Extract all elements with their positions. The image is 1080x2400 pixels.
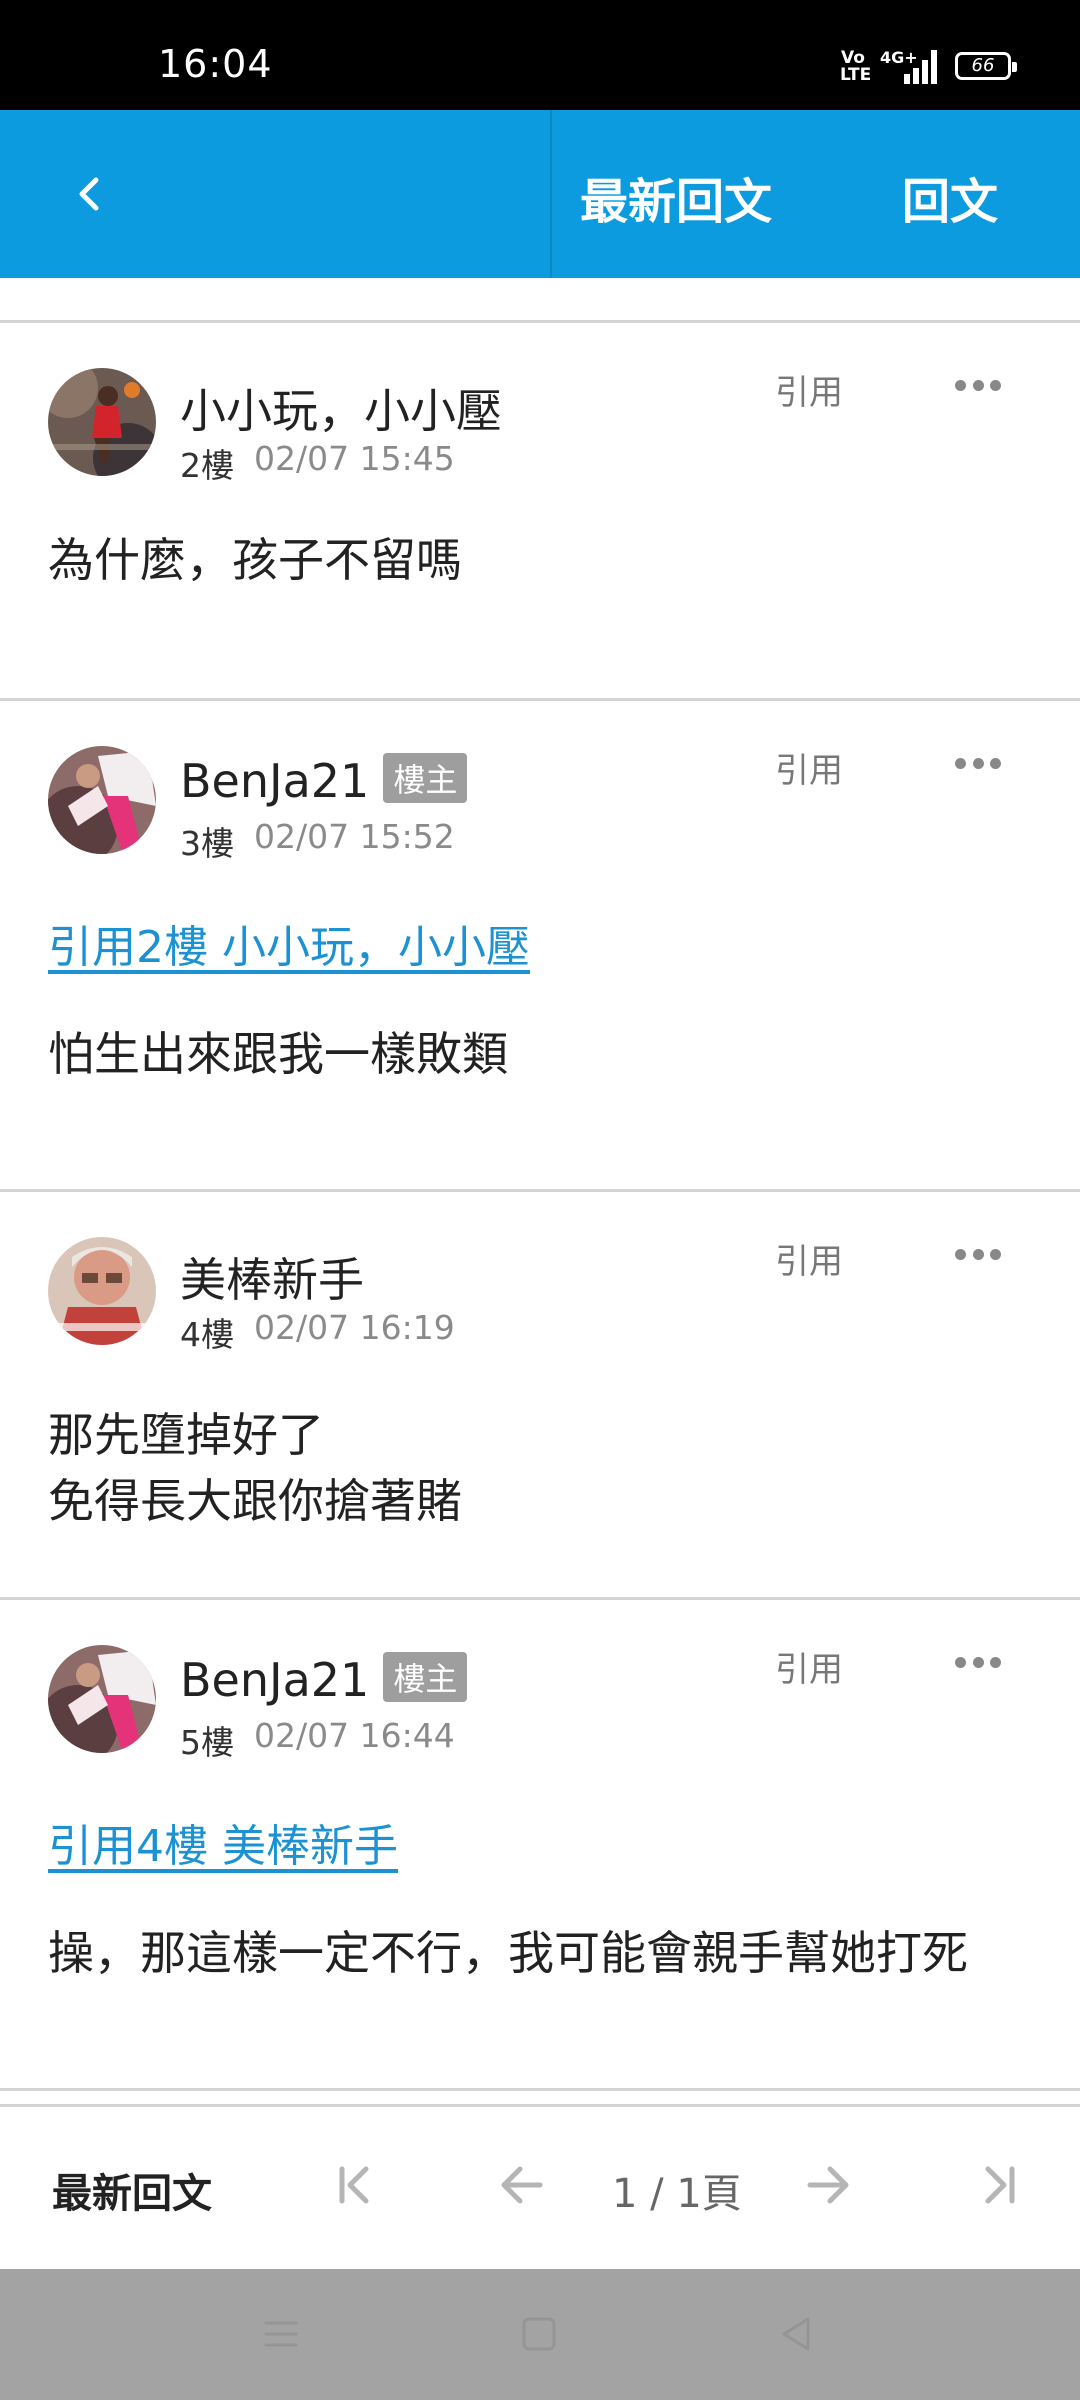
signal-icon: 4G+ [880, 48, 938, 84]
floor-number: 3樓 [180, 824, 234, 863]
volte-indicator: Vo LTE [840, 48, 872, 85]
status-time: 16:04 [158, 42, 273, 86]
post-time: 02/07 16:44 [254, 1716, 455, 1755]
post-item: 美棒新手 4樓 02/07 16:19 引用 那先墮掉好了 免得長大跟你搶著賭 [0, 1192, 1080, 1597]
quote-button[interactable]: 引用 [775, 1642, 843, 1691]
floor-number: 4樓 [180, 1315, 234, 1354]
back-nav-icon[interactable] [774, 2311, 820, 2357]
latest-replies-button[interactable]: 最新回文 [580, 162, 772, 232]
author-name[interactable]: BenJa21 樓主 [180, 1652, 468, 1707]
post-content: 那先墮掉好了 免得長大跟你搶著賭 [48, 1408, 462, 1528]
avatar[interactable] [48, 1645, 156, 1753]
network-type: 4G+ [880, 48, 918, 67]
next-page-icon[interactable] [798, 2155, 858, 2215]
floor-number: 5樓 [180, 1723, 234, 1762]
latest-replies-link[interactable]: 最新回文 [52, 2161, 212, 2219]
avatar[interactable] [48, 746, 156, 854]
author-name[interactable]: BenJa21 樓主 [180, 753, 468, 808]
more-icon[interactable] [955, 1244, 1001, 1264]
post-item: 小小玩，小小壓 2樓 02/07 15:45 引用 為什麼，孩子不留嗎 [0, 323, 1080, 700]
back-icon [79, 177, 99, 211]
status-bar: 16:04 Vo LTE 4G+ 66 [0, 0, 1080, 110]
floor-number: 2樓 [180, 446, 234, 485]
op-badge: 樓主 [383, 1652, 468, 1702]
op-badge: 樓主 [383, 753, 468, 803]
page-indicator: 1 / 1頁 [612, 2171, 742, 2217]
prev-page-icon[interactable] [492, 2155, 552, 2215]
avatar[interactable] [48, 1237, 156, 1345]
post-content: 操，那這樣一定不行，我可能會親手幫她打死 [48, 1926, 968, 1980]
home-icon[interactable] [516, 2311, 562, 2357]
post-time: 02/07 15:45 [254, 439, 455, 478]
divider [0, 2088, 1080, 2091]
author-name[interactable]: 美棒新手 [180, 1244, 364, 1310]
post-time: 02/07 15:52 [254, 817, 455, 856]
quote-button[interactable]: 引用 [775, 365, 843, 414]
avatar[interactable] [48, 368, 156, 476]
post-content: 怕生出來跟我一樣敗類 [48, 1027, 508, 1081]
post-time: 02/07 16:19 [254, 1308, 455, 1347]
post-content: 為什麼，孩子不留嗎 [48, 533, 462, 587]
app-bar-divider [550, 110, 552, 278]
quoted-reference-link[interactable]: 引用2樓 小小玩，小小壓 [48, 911, 530, 975]
post-item: BenJa21 樓主 5樓 02/07 16:44 引用 引用4樓 美棒新手 操，… [0, 1600, 1080, 2090]
back-button[interactable] [50, 154, 130, 234]
quote-button[interactable]: 引用 [775, 1234, 843, 1283]
menu-icon[interactable] [258, 2311, 304, 2357]
more-icon[interactable] [955, 375, 1001, 395]
author-name[interactable]: 小小玩，小小壓 [180, 375, 502, 441]
app-bar: 最新回文 回文 [0, 110, 1080, 278]
more-icon[interactable] [955, 753, 1001, 773]
battery-icon: 66 [955, 52, 1017, 80]
quoted-reference-link[interactable]: 引用4樓 美棒新手 [48, 1810, 398, 1874]
pagination-bar: 最新回文 1 / 1頁 [0, 2104, 1080, 2269]
reply-button[interactable]: 回文 [902, 162, 998, 232]
quote-button[interactable]: 引用 [775, 743, 843, 792]
system-nav-bar [0, 2269, 1080, 2400]
last-page-icon[interactable] [968, 2155, 1028, 2215]
first-page-icon[interactable] [326, 2155, 386, 2215]
more-icon[interactable] [955, 1652, 1001, 1672]
post-item: BenJa21 樓主 3樓 02/07 15:52 引用 引用2樓 小小玩，小小壓… [0, 701, 1080, 1189]
